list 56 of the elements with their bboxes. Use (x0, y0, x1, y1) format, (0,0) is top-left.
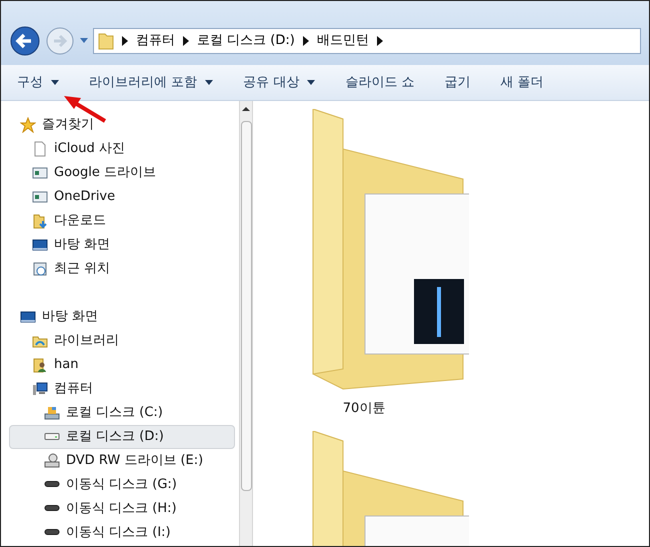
folder-icon (98, 32, 114, 50)
dvd-icon (44, 453, 60, 469)
user-icon (32, 357, 48, 373)
navigation-item[interactable]: 바탕 화면 (9, 305, 235, 329)
navigation-item[interactable]: 이동식 디스크 (H:) (9, 497, 235, 521)
navigation-item[interactable]: han (9, 353, 235, 377)
removable-icon (44, 505, 60, 513)
navigation-item[interactable]: 컴퓨터 (9, 377, 235, 401)
navigation-item[interactable]: iCloud 사진 (9, 137, 235, 161)
download-icon (32, 213, 48, 229)
navigation-item[interactable]: 이동식 디스크 (I:) (9, 521, 235, 545)
navigation-item[interactable]: 최근 위치 (9, 257, 235, 281)
navigation-item[interactable]: 로컬 디스크 (D:) (9, 425, 235, 449)
page-icon (32, 141, 48, 157)
back-button[interactable] (9, 25, 41, 57)
removable-icon (44, 529, 60, 537)
caret-icon (205, 80, 214, 85)
chevron-icon[interactable] (122, 36, 128, 46)
address-bar[interactable]: 컴퓨터 로컬 디스크 (D:) 배드민턴 (93, 28, 641, 54)
navigation-item[interactable]: 로컬 디스크 (C:) (9, 401, 235, 425)
toolbar-button[interactable]: 굽기 (444, 72, 470, 92)
system-drive-icon (44, 405, 60, 421)
menu-button[interactable]: 공유 대상 (243, 72, 316, 92)
breadcrumb[interactable]: 컴퓨터 (136, 31, 175, 51)
recent-pages-icon[interactable] (79, 37, 89, 45)
computer-icon (32, 381, 48, 397)
toolbar-button[interactable]: 새 폴더 (500, 72, 544, 92)
chevron-icon[interactable] (183, 36, 189, 46)
caret-icon (51, 80, 59, 85)
toolbar-button[interactable]: 슬라이드 쇼 (345, 72, 414, 92)
menu-button[interactable]: 라이브러리에 포함 (89, 72, 214, 92)
scroll-up-icon[interactable] (242, 105, 250, 113)
breadcrumb[interactable]: 로컬 디스크 (D:) (197, 31, 295, 51)
app-icon (32, 165, 48, 181)
caret-icon (307, 80, 316, 85)
navigation-item[interactable]: 다운로드 (9, 209, 235, 233)
app-icon (32, 189, 48, 205)
star-icon (20, 117, 36, 133)
desktop-icon (20, 309, 36, 325)
chevron-icon[interactable] (302, 36, 309, 46)
navigation-item[interactable]: 이동식 디스크 (G:) (9, 473, 235, 497)
removable-icon (44, 481, 60, 489)
folder-name[interactable]: 70이튠 (342, 399, 386, 418)
scroll-thumb[interactable] (240, 121, 252, 491)
desktop-icon (32, 237, 48, 253)
navigation-item[interactable]: OneDrive (9, 185, 235, 209)
navigation-item[interactable]: DVD RW 드라이브 (E:) (9, 449, 235, 473)
navigation-item[interactable]: 바탕 화면 (9, 233, 235, 257)
breadcrumb[interactable]: 배드민턴 (316, 31, 369, 51)
chevron-icon[interactable] (376, 36, 383, 46)
navigation-item[interactable]: 즐겨찾기 (9, 113, 235, 137)
navigation-item[interactable]: Google 드라이브 (9, 161, 235, 185)
menu-button[interactable]: 구성 (17, 72, 59, 92)
navigation-item[interactable]: 라이브러리 (9, 329, 235, 353)
drive-icon (44, 433, 60, 441)
scrollbar[interactable] (239, 101, 253, 546)
